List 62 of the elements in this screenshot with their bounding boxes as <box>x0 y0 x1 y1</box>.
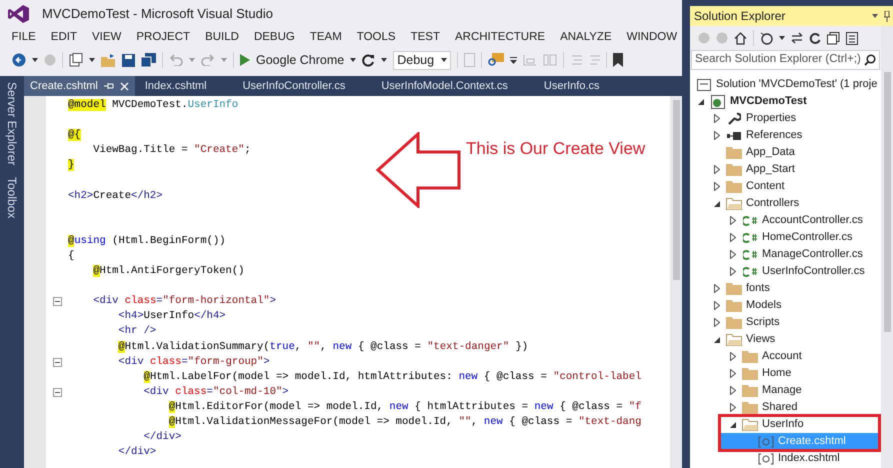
tree-item[interactable]: Controllers <box>690 195 881 212</box>
code-line: @Html.ValidationMessageFor(model => model.Id, "", new { @class = "text-dang <box>168 414 642 430</box>
tree-item[interactable]: ManageController.cs <box>690 246 881 263</box>
tree-item[interactable]: Manage <box>690 382 881 399</box>
tree-item[interactable]: Account <box>690 348 881 365</box>
start-debugging-button[interactable]: Google Chrome <box>240 50 356 70</box>
menu-item[interactable]: VIEW <box>84 29 129 47</box>
tree-item[interactable]: fonts <box>690 280 881 297</box>
code-line: @model MVCDemoTest.UserInfo <box>68 98 238 113</box>
editor-tab[interactable]: Create.cshtml <box>24 76 135 96</box>
code-line: </div> <box>117 445 156 460</box>
configuration-dropdown[interactable]: Debug <box>393 50 452 70</box>
tree-item[interactable]: App_Start <box>690 161 881 178</box>
menu-item[interactable]: TEAM <box>302 29 350 47</box>
tree-item[interactable]: Solution 'MVCDemoTest' (1 proje <box>690 76 881 93</box>
code-line: { <box>68 248 74 264</box>
editor-tab[interactable]: Index.cshtml <box>134 76 233 96</box>
code-line: <hr /> <box>117 324 156 340</box>
menu-item[interactable]: ARCHITECTURE <box>447 29 553 47</box>
tree-item[interactable]: Properties <box>690 110 881 127</box>
code-line: <div class="form-group"> <box>117 354 270 370</box>
tree-item[interactable]: App_Data <box>690 144 881 161</box>
tree-item[interactable]: Index.cshtml <box>690 450 881 467</box>
menu-item[interactable]: FILE <box>4 29 44 47</box>
tree-item[interactable]: Views <box>690 331 881 348</box>
code-line: @Html.ValidationSummary(true, "", new { @class = "text-danger" }) <box>117 340 528 354</box>
editor-tab[interactable]: UserInfo.cs <box>534 76 626 96</box>
window-title: MVCDemoTest - Microsoft Visual Studio <box>42 5 273 24</box>
search-field[interactable]: Search Solution Explorer (Ctrl+;) <box>691 50 880 70</box>
code-line: <h2>Create</h2> <box>68 188 163 204</box>
code-line: ViewBag.Title = "Create"; <box>92 143 251 158</box>
code-line: <div class="col-md-10"> <box>142 384 289 400</box>
code-line: </div> <box>142 430 182 446</box>
code-line: @Html.EditorFor(model => model.Id, new { htmlAttributes = new { @class = "f <box>168 400 642 415</box>
tree-item[interactable]: UserInfoController.cs <box>690 263 881 280</box>
panel-title: Solution Explorer <box>694 8 786 25</box>
menu-item[interactable]: ANALYZE <box>552 29 620 47</box>
tree-item[interactable]: Home <box>690 365 881 382</box>
tree-item[interactable]: HomeController.cs <box>690 229 881 246</box>
menu-item[interactable]: PROJECT <box>128 29 198 47</box>
editor-tab[interactable]: UserInfoModel.Context.cs <box>371 76 534 96</box>
menu-item[interactable]: TOOLS <box>349 29 404 47</box>
code-line: <h4>UserInfo</h4> <box>117 309 226 324</box>
side-tab[interactable]: Server Explorer <box>3 82 21 166</box>
menu-item[interactable]: BUILD <box>198 29 246 47</box>
tree-item[interactable]: Content <box>690 178 881 195</box>
tree-item[interactable]: References <box>690 127 881 144</box>
tree-item[interactable]: Models <box>690 297 881 314</box>
editor-tab[interactable]: UserInfoController.cs <box>232 76 372 96</box>
menu-item[interactable]: WINDOW <box>619 29 685 47</box>
tree-item[interactable]: UserInfo <box>720 416 879 433</box>
code-line: @Html.AntiForgeryToken() <box>92 264 244 280</box>
side-tab[interactable]: Toolbox <box>3 177 21 219</box>
tree-item[interactable]: MVCDemoTest <box>690 93 881 110</box>
menu-item[interactable]: DEBUG <box>246 29 302 47</box>
code-line: <div class="form-horizontal"> <box>92 294 276 310</box>
tree-item[interactable]: Scripts <box>690 314 881 331</box>
menu-item[interactable]: TEST <box>403 29 448 47</box>
annotation-text: This is Our Create View <box>466 138 646 160</box>
tree-item[interactable]: AccountController.cs <box>690 212 881 229</box>
menu-item[interactable]: EDIT <box>43 29 84 47</box>
tree-item[interactable]: Shared <box>690 399 881 416</box>
